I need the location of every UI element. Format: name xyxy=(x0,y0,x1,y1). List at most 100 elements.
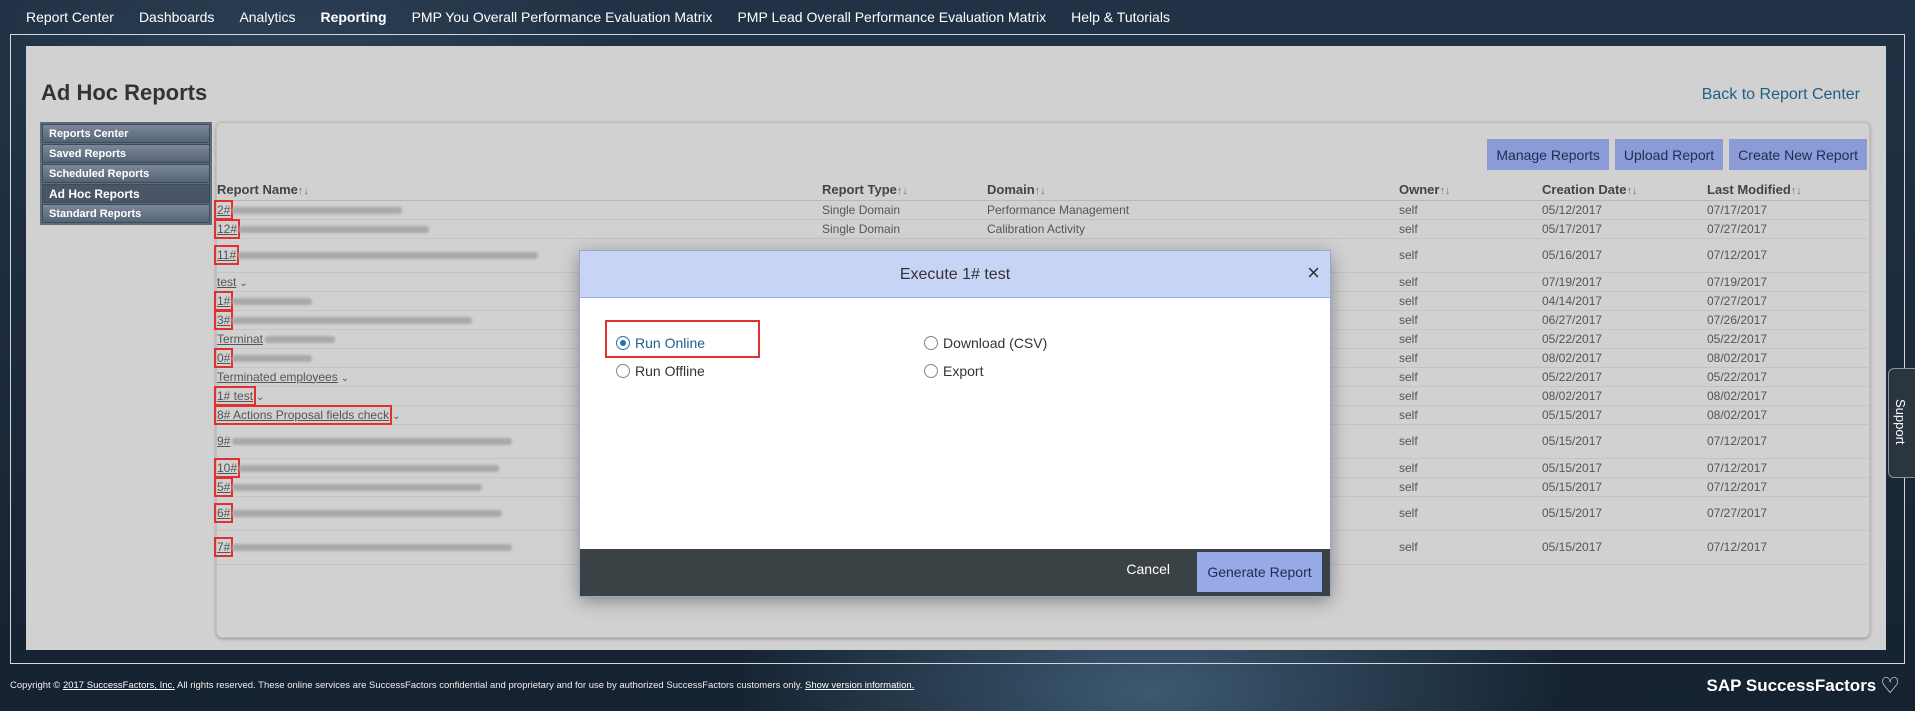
table-row: 12# Single Domain Calibration Activity self… xyxy=(213,218,1869,239)
sort-arrows-icon[interactable]: ↑↓ xyxy=(298,185,309,197)
run-offline-option[interactable]: Run Offline xyxy=(616,363,705,379)
column-header-report-type[interactable]: Report Type↑↓ xyxy=(822,180,987,201)
chevron-down-icon[interactable]: ⌄ xyxy=(239,278,247,289)
report-name-link[interactable]: 2# xyxy=(213,199,234,220)
cell-created: 05/22/2017 xyxy=(1542,329,1707,349)
report-name-link[interactable]: 5# xyxy=(213,476,234,497)
cell-modified: 07/17/2017 xyxy=(1707,200,1869,220)
report-name-link[interactable]: 1# test xyxy=(213,385,257,406)
cell-modified: 08/02/2017 xyxy=(1707,386,1869,406)
toolbar: Manage Reports Upload Report Create New … xyxy=(1487,139,1867,170)
download-csv-radio[interactable] xyxy=(924,336,938,350)
redacted-text xyxy=(239,225,430,233)
run-offline-label: Run Offline xyxy=(635,363,705,379)
chevron-down-icon[interactable]: ⌄ xyxy=(256,392,264,403)
nav-help-tutorials[interactable]: Help & Tutorials xyxy=(1071,9,1170,25)
export-label: Export xyxy=(943,363,984,379)
report-name-link[interactable]: 7# xyxy=(213,537,234,557)
nav-dashboards[interactable]: Dashboards xyxy=(139,9,215,25)
report-name-link[interactable]: 8# Actions Proposal fields check xyxy=(213,404,393,425)
cell-owner: self xyxy=(1399,424,1542,459)
table-header-row: Report Name↑↓ Report Type↑↓ Domain↑↓ Owner↑… xyxy=(217,180,1869,201)
cell-owner: self xyxy=(1399,530,1542,565)
cell-owner: self xyxy=(1399,219,1542,239)
sidebar-item-scheduled-reports[interactable]: Scheduled Reports xyxy=(42,164,210,183)
nav-pmp-lead-matrix[interactable]: PMP Lead Overall Performance Evaluation … xyxy=(737,9,1046,25)
run-online-option[interactable]: Run Online xyxy=(616,335,705,351)
cell-modified: 07/27/2017 xyxy=(1707,291,1869,311)
column-header-creation-date[interactable]: Creation Date↑↓ xyxy=(1542,180,1707,201)
sort-arrows-icon[interactable]: ↑↓ xyxy=(897,185,908,197)
sidebar-item-standard-reports[interactable]: Standard Reports xyxy=(42,204,210,223)
nav-analytics[interactable]: Analytics xyxy=(239,9,295,25)
cancel-button[interactable]: Cancel xyxy=(1126,561,1170,577)
report-name-link[interactable]: 3# xyxy=(213,309,234,330)
report-name-link[interactable]: 10# xyxy=(213,457,241,478)
chevron-down-icon[interactable]: ⌄ xyxy=(392,411,400,422)
column-header-label: Report Type xyxy=(822,182,897,198)
report-name-link[interactable]: 0# xyxy=(213,347,234,368)
export-radio[interactable] xyxy=(924,364,938,378)
column-header-last-modified[interactable]: Last Modified↑↓ xyxy=(1707,180,1869,201)
top-nav: Report Center Dashboards Analytics Repor… xyxy=(0,0,1915,34)
sort-arrows-icon[interactable]: ↑↓ xyxy=(1791,185,1802,197)
show-version-link[interactable]: Show version information. xyxy=(805,680,914,691)
copyright-prefix: Copyright © xyxy=(10,680,61,691)
report-name-link[interactable]: 1# xyxy=(213,290,234,311)
chevron-down-icon[interactable]: ⌄ xyxy=(341,373,349,384)
cell-created: 05/15/2017 xyxy=(1542,530,1707,565)
redacted-text xyxy=(265,335,336,343)
dialog-title: Execute 1# test xyxy=(899,266,1011,283)
redacted-text xyxy=(232,206,403,214)
cell-owner: self xyxy=(1399,310,1542,330)
export-option[interactable]: Export xyxy=(924,363,983,379)
report-name-link[interactable]: 12# xyxy=(213,218,241,239)
column-header-label: Creation Date xyxy=(1542,182,1627,198)
run-offline-radio[interactable] xyxy=(616,364,630,378)
dialog-body: Run Online Run Offline Download (CSV) Ex… xyxy=(580,298,1330,548)
report-name-link[interactable]: test xyxy=(217,275,236,289)
nav-report-center[interactable]: Report Center xyxy=(26,9,114,25)
cell-created: 05/15/2017 xyxy=(1542,405,1707,425)
redacted-text xyxy=(238,252,539,260)
cell-modified: 07/12/2017 xyxy=(1707,458,1869,478)
report-name-link[interactable]: Terminat xyxy=(217,332,263,346)
side-menu: Reports Center Saved Reports Scheduled R… xyxy=(40,122,212,225)
cell-domain: Performance Management xyxy=(987,200,1399,220)
sort-arrows-icon[interactable]: ↑↓ xyxy=(1439,185,1450,197)
cell-owner: self xyxy=(1399,348,1542,368)
close-icon[interactable]: × xyxy=(1307,262,1320,284)
run-online-radio[interactable] xyxy=(616,336,630,350)
generate-report-button[interactable]: Generate Report xyxy=(1197,552,1322,592)
create-new-report-button[interactable]: Create New Report xyxy=(1729,139,1867,170)
company-link[interactable]: 2017 SuccessFactors, Inc. xyxy=(63,680,175,691)
sidebar-item-ad-hoc-reports[interactable]: Ad Hoc Reports xyxy=(42,184,210,203)
report-name-link[interactable]: 9# xyxy=(217,434,230,448)
cell-type: Single Domain xyxy=(822,219,987,239)
sort-arrows-icon[interactable]: ↑↓ xyxy=(1627,185,1638,197)
cell-owner: self xyxy=(1399,496,1542,531)
manage-reports-button[interactable]: Manage Reports xyxy=(1487,139,1609,170)
cell-created: 05/15/2017 xyxy=(1542,458,1707,478)
column-header-report-name[interactable]: Report Name↑↓ xyxy=(217,180,822,201)
column-header-owner[interactable]: Owner↑↓ xyxy=(1399,180,1542,201)
cell-owner: self xyxy=(1399,238,1542,273)
report-name-link[interactable]: 6# xyxy=(213,503,234,523)
sidebar-item-saved-reports[interactable]: Saved Reports xyxy=(42,144,210,163)
download-csv-option[interactable]: Download (CSV) xyxy=(924,335,1047,351)
cell-created: 08/02/2017 xyxy=(1542,348,1707,368)
dialog-header: Execute 1# test × xyxy=(580,251,1330,298)
nav-reporting[interactable]: Reporting xyxy=(320,9,386,25)
column-header-domain[interactable]: Domain↑↓ xyxy=(987,180,1399,201)
report-name-link[interactable]: 11# xyxy=(213,245,240,265)
support-tab[interactable]: Support xyxy=(1888,368,1915,478)
sort-arrows-icon[interactable]: ↑↓ xyxy=(1035,185,1046,197)
report-name-link[interactable]: Terminated employees xyxy=(217,370,338,384)
footer-copyright: Copyright © 2017 SuccessFactors, Inc. Al… xyxy=(10,680,914,691)
redacted-text xyxy=(232,544,513,552)
nav-pmp-you-matrix[interactable]: PMP You Overall Performance Evaluation M… xyxy=(412,9,713,25)
cell-created: 05/16/2017 xyxy=(1542,238,1707,273)
sidebar-item-reports-center[interactable]: Reports Center xyxy=(42,124,210,143)
upload-report-button[interactable]: Upload Report xyxy=(1614,139,1724,170)
back-to-report-center-link[interactable]: Back to Report Center xyxy=(1702,86,1860,104)
